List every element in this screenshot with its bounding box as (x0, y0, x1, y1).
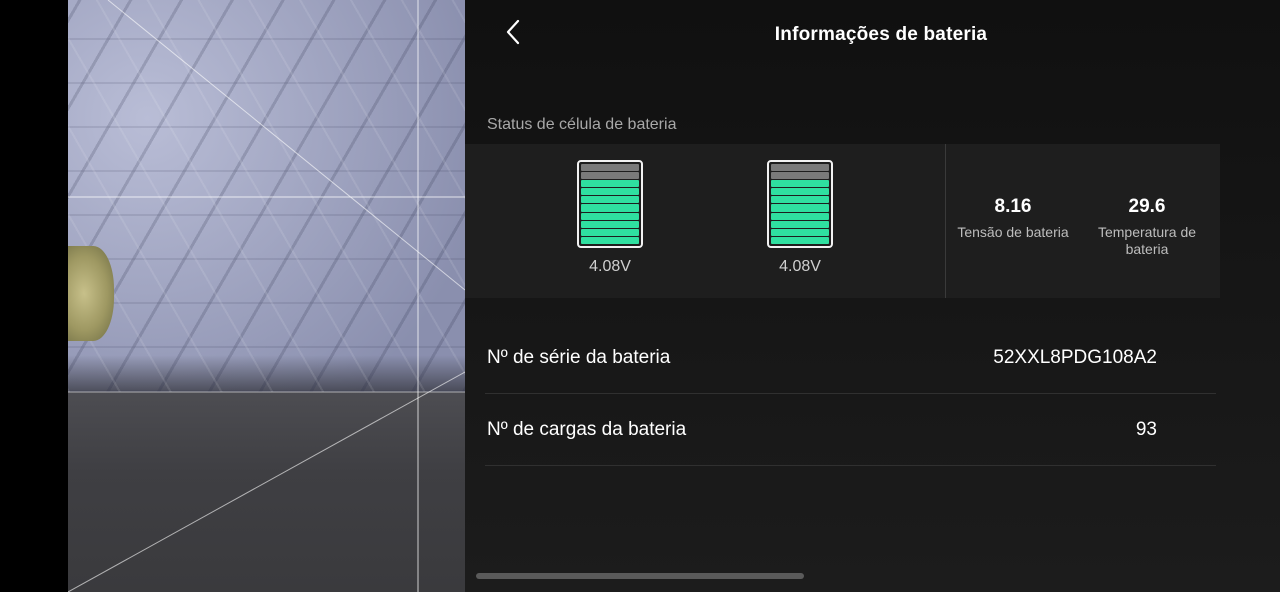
battery-segment-filled (771, 236, 829, 244)
battery-segment-filled (771, 212, 829, 220)
battery-temperature-value: 29.6 (1128, 196, 1166, 217)
battery-segment-filled (581, 196, 639, 204)
left-black-bar (0, 0, 68, 592)
battery-segment-filled (771, 196, 829, 204)
battery-segment-filled (771, 188, 829, 196)
battery-temperature-label: Temperatura de bateria (1097, 224, 1197, 257)
battery-info-panel: Informações de bateria Status de célula … (465, 0, 1280, 592)
battery-temperature-stat: 29.6 Temperatura de bateria (1087, 196, 1207, 258)
battery-segment-filled (581, 228, 639, 236)
battery-segment-empty (771, 164, 829, 172)
charge-count-value: 93 (1135, 418, 1157, 440)
battery-segment-empty (581, 164, 639, 172)
serial-number-label: Nº de série da bateria (487, 346, 671, 368)
battery-segment-filled (771, 228, 829, 236)
battery-voltage-label: Tensão de bateria (957, 224, 1069, 240)
battery-segment-filled (581, 180, 639, 188)
charge-count-row: Nº de cargas da bateria 93 (485, 394, 1216, 466)
cell-status-divider (945, 144, 946, 298)
battery-segment-filled (771, 204, 829, 212)
battery-voltage-value: 8.16 (994, 196, 1032, 217)
battery-cell-icon (767, 160, 833, 248)
battery-cell-1: 4.08V (577, 160, 643, 276)
page-title: Informações de bateria (774, 24, 988, 45)
cell-voltage: 4.08V (779, 258, 821, 275)
battery-cell-icon (577, 160, 643, 248)
battery-cell-2: 4.08V (767, 160, 833, 276)
battery-segment-filled (581, 204, 639, 212)
camera-preview[interactable] (68, 0, 465, 592)
battery-segment-empty (771, 172, 829, 180)
serial-number-value: 52XXL8PDG108A2 (993, 346, 1157, 368)
battery-segment-empty (581, 172, 639, 180)
charge-count-label: Nº de cargas da bateria (487, 418, 687, 440)
battery-segment-filled (771, 180, 829, 188)
battery-voltage-stat: 8.16 Tensão de bateria (947, 196, 1079, 241)
cell-status-label: Status de célula de bateria (487, 116, 677, 133)
battery-segment-filled (581, 212, 639, 220)
home-indicator[interactable] (476, 573, 804, 579)
serial-number-row: Nº de série da bateria 52XXL8PDG108A2 (485, 322, 1216, 394)
battery-segment-filled (581, 236, 639, 244)
battery-segment-filled (771, 220, 829, 228)
battery-segment-filled (581, 220, 639, 228)
grid-overlay (68, 0, 465, 592)
cell-voltage: 4.08V (589, 258, 631, 275)
battery-segment-filled (581, 188, 639, 196)
